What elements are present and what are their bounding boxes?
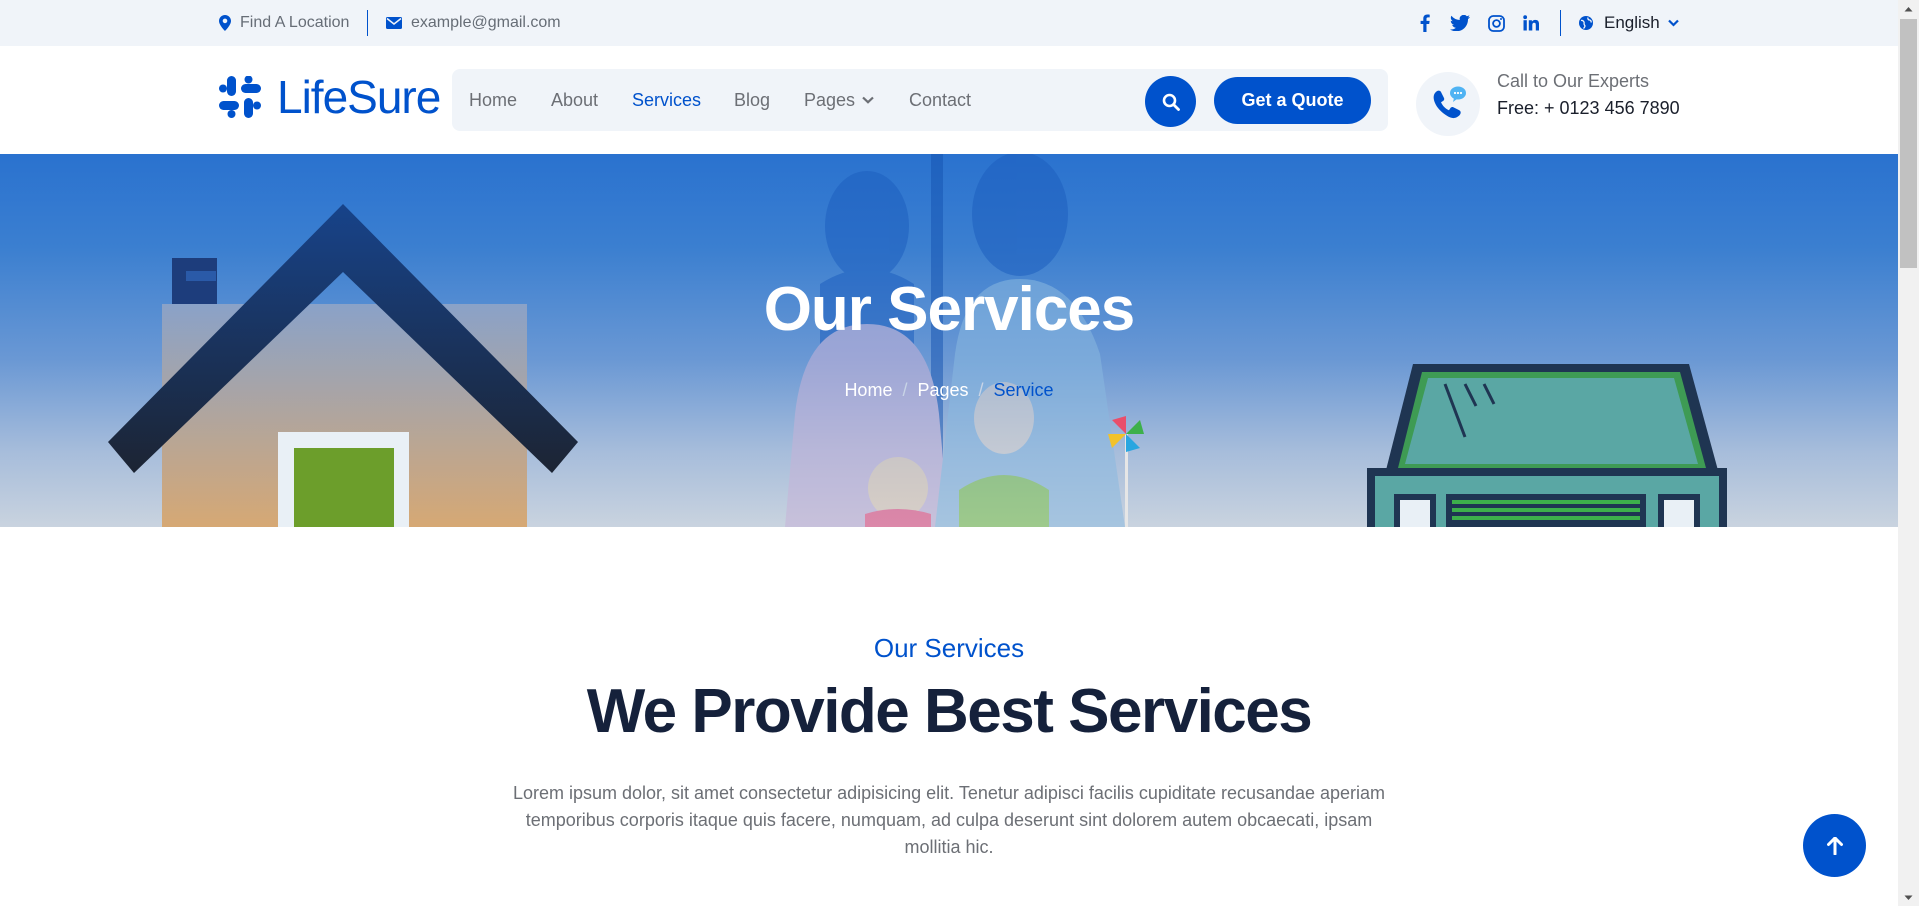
map-marker-icon — [219, 15, 231, 31]
location-text: Find A Location — [240, 14, 350, 31]
email-text: example@gmail.com — [411, 14, 561, 31]
instagram-icon[interactable] — [1484, 11, 1508, 35]
section-title: We Provide Best Services — [586, 677, 1313, 746]
breadcrumb-current: Service — [993, 380, 1054, 400]
chevron-down-icon — [862, 96, 874, 104]
breadcrumb-separator: / — [978, 380, 984, 400]
house-graphic — [108, 204, 578, 527]
top-bar: Find A Location example@gmail.com Englis… — [0, 0, 1898, 46]
scroll-up-arrow[interactable] — [1898, 0, 1919, 17]
page-title: Our Services — [763, 275, 1136, 344]
logo-text: LifeSure — [277, 71, 441, 123]
arrow-up-icon — [1826, 836, 1843, 855]
breadcrumb-separator: / — [902, 380, 908, 400]
envelope-icon — [386, 17, 402, 29]
scroll-down-arrow[interactable] — [1898, 889, 1919, 906]
logo[interactable]: LifeSure — [219, 71, 441, 123]
search-icon — [1162, 93, 1180, 111]
twitter-icon[interactable] — [1448, 11, 1472, 35]
language-label: English — [1604, 13, 1660, 32]
nav-blog[interactable]: Blog — [734, 69, 770, 131]
search-button[interactable] — [1145, 76, 1196, 127]
phone-chat-icon — [1416, 72, 1480, 136]
nav-about[interactable]: About — [551, 69, 598, 131]
nav-contact[interactable]: Contact — [909, 69, 971, 131]
breadcrumb-pages[interactable]: Pages — [917, 380, 968, 401]
email-link[interactable]: example@gmail.com — [386, 0, 561, 46]
section-subtitle: Our Services — [873, 633, 1025, 663]
topbar-divider — [367, 10, 368, 36]
facebook-icon[interactable] — [1413, 11, 1437, 35]
get-quote-button[interactable]: Get a Quote — [1214, 77, 1371, 124]
section-description: Lorem ipsum dolor, sit amet consectetur … — [512, 783, 1386, 857]
topbar-divider-2 — [1560, 10, 1561, 36]
call-number[interactable]: Free: + 0123 456 7890 — [1497, 98, 1680, 119]
linkedin-icon[interactable] — [1519, 11, 1543, 35]
logo-icon — [219, 76, 261, 118]
call-label: Call to Our Experts — [1497, 71, 1650, 91]
nav-pages-label: Pages — [804, 89, 856, 110]
breadcrumb: Home / Pages / Service — [0, 380, 1898, 401]
find-location-link[interactable]: Find A Location — [219, 0, 349, 46]
globe-icon — [1579, 16, 1593, 30]
nav-home[interactable]: Home — [469, 69, 517, 131]
chevron-down-icon — [1667, 19, 1679, 27]
breadcrumb-home[interactable]: Home — [844, 380, 892, 401]
main-header: LifeSure Home About Services Blog Pages … — [0, 46, 1898, 154]
vertical-scrollbar[interactable] — [1898, 0, 1919, 906]
language-selector[interactable]: English — [1578, 0, 1689, 46]
scrollbar-thumb[interactable] — [1900, 19, 1917, 268]
nav-services[interactable]: Services — [632, 69, 701, 131]
nav-pages[interactable]: Pages — [804, 69, 874, 131]
page-hero: Our Services Home / Pages / Service — [0, 154, 1898, 527]
back-to-top-button[interactable] — [1803, 814, 1866, 877]
